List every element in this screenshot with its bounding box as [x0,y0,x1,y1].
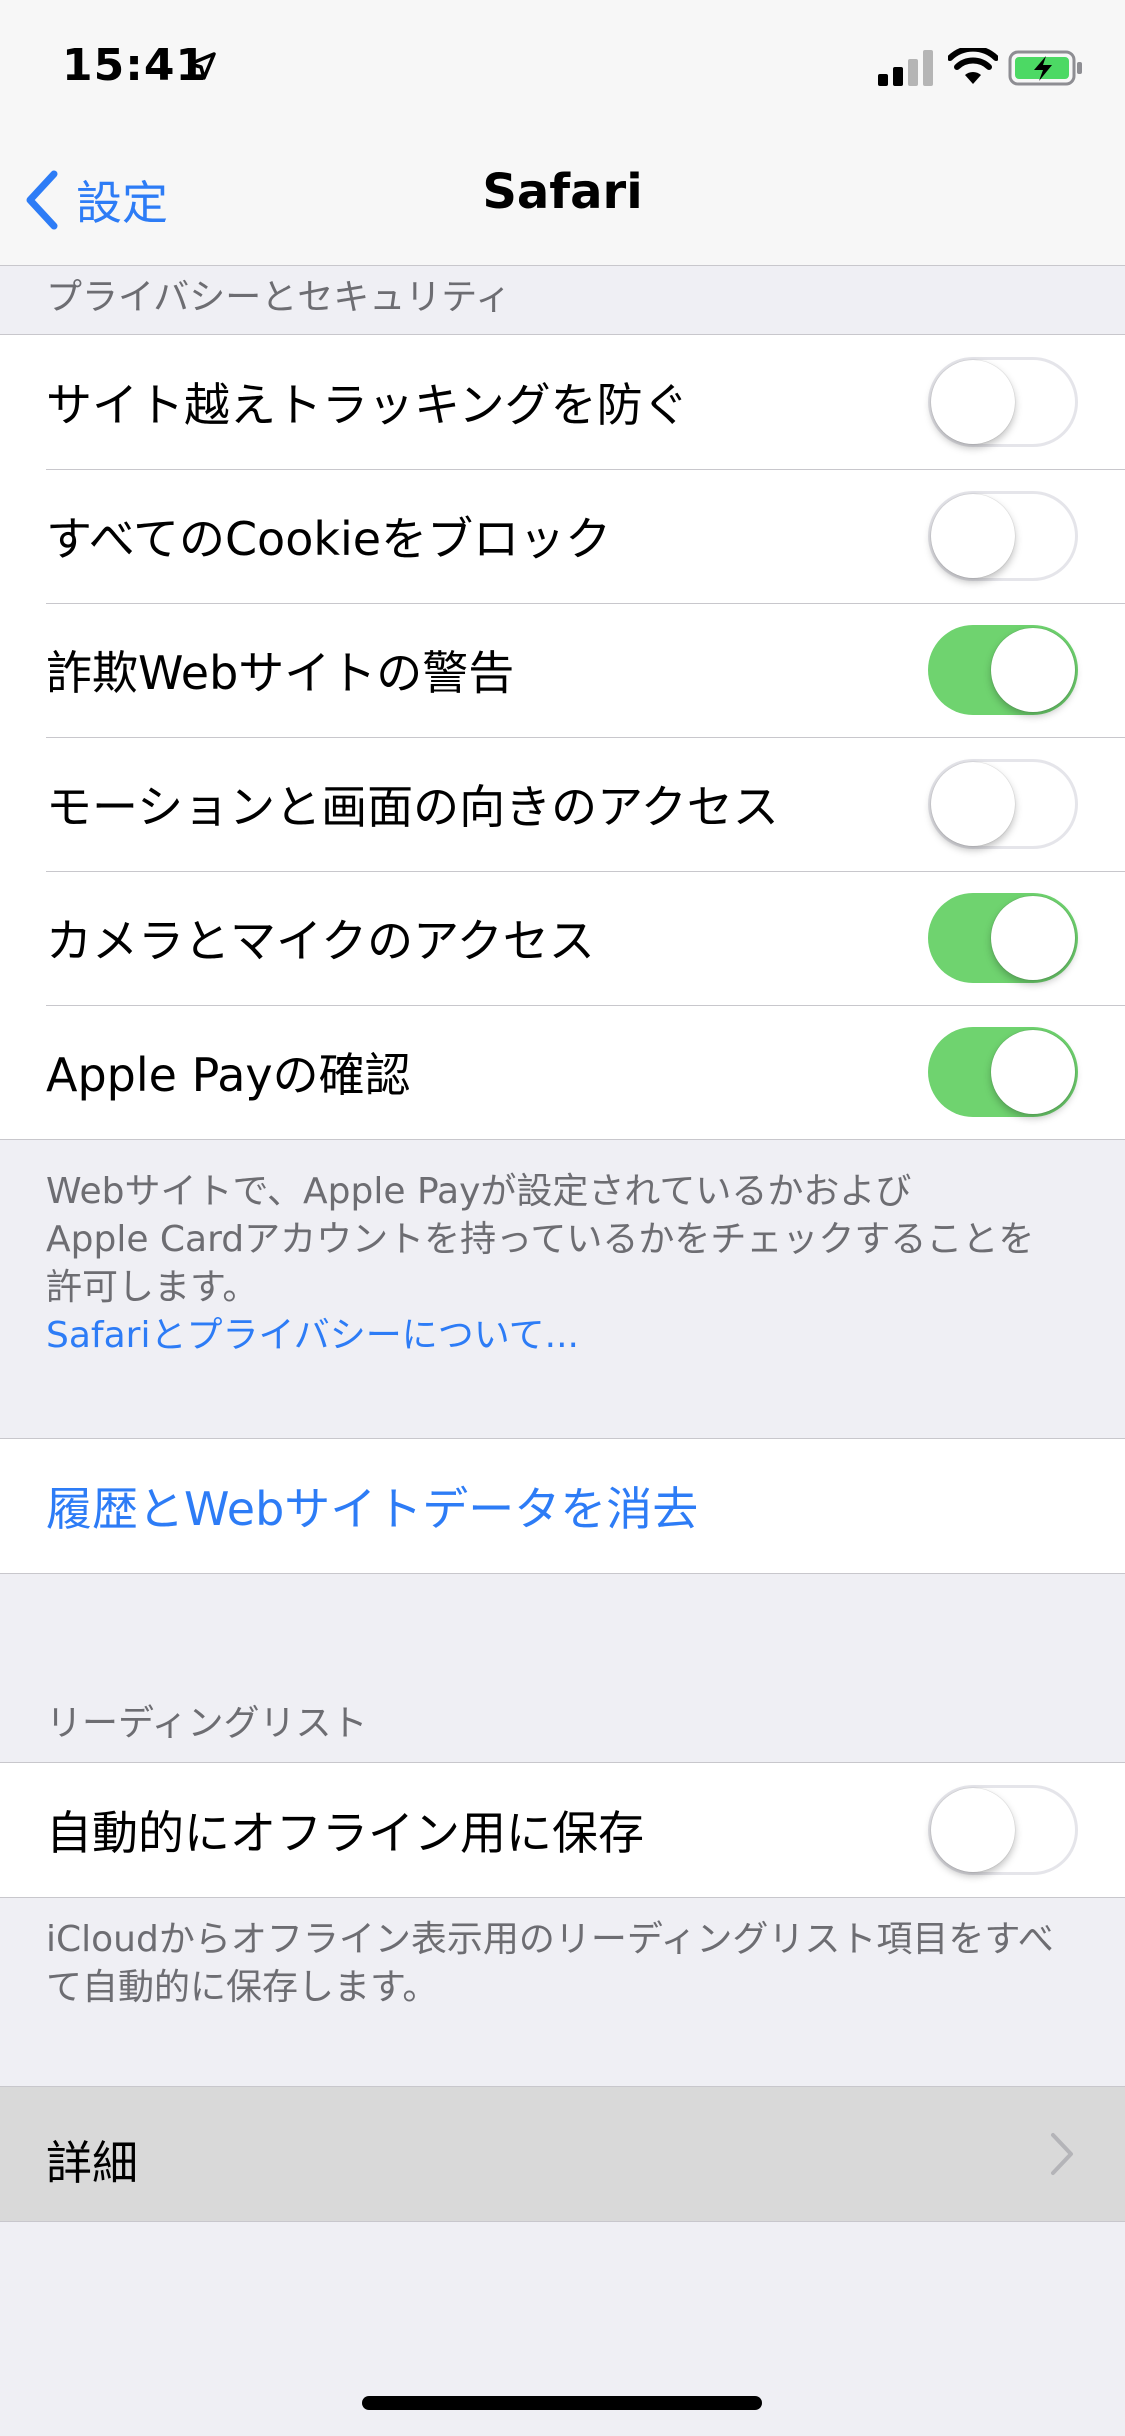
page-title: Safari [482,164,643,220]
reading-list-group: 自動的にオフライン用に保存 [0,1762,1125,1898]
row-label: すべてのCookieをブロック [46,512,612,566]
status-bar: 15:41 [0,0,1125,132]
row-check-apple-pay: Apple Payの確認 [0,1005,1125,1139]
advanced-label: 詳細 [46,2136,138,2190]
toggle-knob [991,896,1075,980]
row-prevent-cross-site-tracking: サイト越えトラッキングを防ぐ [0,335,1125,469]
row-camera-microphone-access: カメラとマイクのアクセス [0,871,1125,1005]
toggle-auto-save-offline[interactable] [928,1785,1078,1875]
home-indicator[interactable] [362,2396,762,2410]
row-fraudulent-website-warning: 詐欺Webサイトの警告 [0,603,1125,737]
advanced-row[interactable]: 詳細 [0,2086,1125,2222]
row-label: 詐欺Webサイトの警告 [46,646,515,700]
row-label: Apple Payの確認 [46,1048,411,1102]
footer-line: Apple Cardアカウントを持っているかをチェックすることを [46,1219,1035,1260]
row-auto-save-offline: 自動的にオフライン用に保存 [0,1763,1125,1897]
privacy-footer: Webサイトで、Apple Payが設定されているかおよび Apple Card… [46,1168,1086,1360]
cellular-signal-icon [878,50,933,86]
navigation-bar: 設定 Safari [0,132,1125,266]
privacy-group: サイト越えトラッキングを防ぐ すべてのCookieをブロック 詐欺Webサイトの… [0,334,1125,1140]
wifi-icon [948,48,998,84]
chevron-right-icon [1051,2133,1073,2175]
row-label: サイト越えトラッキングを防ぐ [46,378,689,432]
section-header-reading-list: リーディングリスト [46,1703,368,1744]
footer-line: 許可します。 [46,1267,259,1308]
toggle-knob [991,628,1075,712]
toggle-knob [931,360,1015,444]
toggle-fraudulent-website-warning[interactable] [928,625,1078,715]
battery-charging-icon [1008,50,1082,86]
toggle-block-all-cookies[interactable] [928,491,1078,581]
toggle-knob [991,1030,1075,1114]
clear-history-button[interactable]: 履歴とWebサイトデータを消去 [0,1439,1125,1573]
footer-line: て自動的に保存します。 [46,1967,439,2008]
safari-privacy-link[interactable]: Safariとプライバシーについて... [46,1312,1086,1360]
toggle-knob [931,1788,1015,1872]
footer-line: Webサイトで、Apple Payが設定されているかおよび [46,1171,912,1212]
toggle-camera-microphone-access[interactable] [928,893,1078,983]
toggle-check-apple-pay[interactable] [928,1027,1078,1117]
clear-history-label: 履歴とWebサイトデータを消去 [46,1482,699,1536]
row-motion-orientation-access: モーションと画面の向きのアクセス [0,737,1125,871]
toggle-motion-orientation-access[interactable] [928,759,1078,849]
location-arrow-icon [188,52,216,80]
row-label: 自動的にオフライン用に保存 [46,1806,644,1860]
row-label: モーションと画面の向きのアクセス [46,780,779,834]
toggle-knob [931,494,1015,578]
row-block-all-cookies: すべてのCookieをブロック [0,469,1125,603]
toggle-knob [931,762,1015,846]
reading-list-footer: iCloudからオフライン表示用のリーディングリスト項目をすべ て自動的に保存し… [46,1916,1086,2012]
clear-history-group: 履歴とWebサイトデータを消去 [0,1438,1125,1574]
row-label: カメラとマイクのアクセス [46,914,595,968]
toggle-prevent-cross-site-tracking[interactable] [928,357,1078,447]
footer-line: iCloudからオフライン表示用のリーディングリスト項目をすべ [46,1919,1054,1960]
section-header-privacy: プライバシーとセキュリティ [46,277,512,318]
